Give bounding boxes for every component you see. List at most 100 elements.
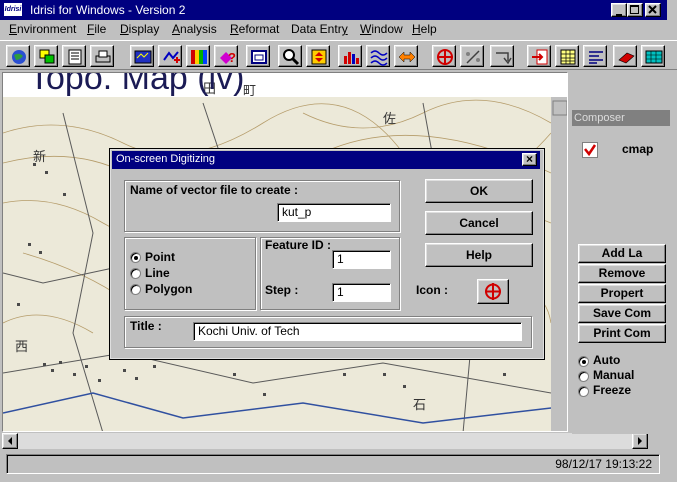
tool-surface[interactable]	[366, 45, 390, 67]
file-name-input[interactable]: kut_p	[277, 203, 391, 222]
arrow-right-icon	[638, 437, 642, 445]
menu-reformat[interactable]: Reformat	[230, 22, 279, 36]
grid-icon	[645, 50, 663, 64]
tool-grid[interactable]	[641, 45, 665, 67]
line-radio[interactable]	[130, 268, 141, 279]
dialog-close-button[interactable]: ×	[522, 153, 537, 166]
zoom-icon	[283, 49, 300, 66]
remove-layer-button[interactable]: Remove	[578, 264, 666, 283]
tool-measure[interactable]	[460, 45, 484, 67]
svg-text:佐: 佐	[383, 112, 396, 127]
save-composition-button[interactable]: Save Com	[578, 304, 666, 323]
step-label: Step :	[265, 283, 299, 297]
undo-icon	[496, 52, 512, 65]
close-button[interactable]	[645, 3, 661, 17]
title-input[interactable]: Kochi Univ. of Tech	[193, 322, 522, 341]
mode-manual-radio[interactable]	[578, 371, 589, 382]
arrows-icon	[398, 51, 416, 63]
map-horizontal-scrollbar[interactable]	[2, 433, 648, 449]
properties-button[interactable]: Propert	[578, 284, 666, 303]
feature-id-label: Feature ID :	[265, 238, 332, 252]
list-icon	[589, 51, 603, 64]
point-radio[interactable]	[130, 252, 141, 263]
digitizing-dialog: On-screen Digitizing × Name of vector fi…	[109, 148, 545, 360]
query-icon: ?	[220, 50, 236, 65]
dialog-title-bar[interactable]: On-screen Digitizing ×	[112, 151, 540, 169]
app-title-bar[interactable]: Idrisi Idrisi for Windows - Version 2	[0, 0, 667, 20]
tool-table[interactable]	[555, 45, 579, 67]
feature-id-input[interactable]: 1	[332, 250, 391, 269]
tool-zoom[interactable]	[278, 45, 302, 67]
tool-layers[interactable]	[34, 45, 58, 67]
tool-map-display[interactable]	[130, 45, 154, 67]
globe-icon	[12, 50, 26, 64]
status-bar: 98/12/17 19:13:22	[4, 452, 662, 476]
menu-window[interactable]: Window	[360, 22, 403, 36]
tool-list[interactable]	[583, 45, 607, 67]
icon-label: Icon :	[416, 283, 448, 297]
tool-eraser[interactable]	[613, 45, 637, 67]
histogram-icon	[344, 52, 359, 64]
mode-freeze-label: Freeze	[593, 383, 632, 397]
tool-add-layer[interactable]	[158, 45, 182, 67]
tool-globe[interactable]	[6, 45, 30, 67]
polygon-radio[interactable]	[130, 284, 141, 295]
tool-digitize[interactable]	[432, 45, 456, 67]
icon-picker-button[interactable]	[477, 279, 509, 304]
tool-document[interactable]	[62, 45, 86, 67]
step-input[interactable]: 1	[332, 283, 391, 302]
composer-title: Composer	[572, 110, 670, 126]
file-name-label: Name of vector file to create :	[130, 183, 299, 197]
tool-pan[interactable]	[306, 45, 330, 67]
maximize-button[interactable]	[627, 3, 643, 17]
layer-name: cmap	[622, 142, 654, 156]
menu-file[interactable]: File	[87, 22, 106, 36]
scroll-right-button[interactable]	[632, 433, 648, 449]
close-icon: ×	[525, 152, 533, 166]
app-title: Idrisi for Windows - Version 2	[30, 3, 186, 17]
svg-text:石: 石	[413, 398, 426, 413]
menu-data-entry[interactable]: Data Entry	[291, 22, 348, 36]
print-icon	[95, 50, 111, 63]
map-heading: Topo. Map (iv)	[29, 72, 245, 97]
menu-environment[interactable]: Environment	[9, 22, 76, 36]
tool-print[interactable]	[90, 45, 114, 67]
idrisi-logo-icon: Idrisi	[4, 3, 22, 16]
mode-auto-radio[interactable]	[578, 356, 589, 367]
minimize-button[interactable]	[611, 3, 627, 17]
svg-text:?: ?	[228, 50, 236, 65]
status-datetime: 98/12/17 19:13:22	[555, 457, 652, 471]
menu-help[interactable]: Help	[412, 22, 437, 36]
composer-panel: Composer cmap Add La Remove Propert Save…	[572, 72, 670, 434]
layers-icon	[39, 49, 55, 64]
import-icon	[532, 49, 548, 65]
digitize-icon	[485, 283, 501, 300]
pan-icon	[311, 49, 327, 65]
eraser-icon	[618, 52, 635, 64]
menu-analysis[interactable]: Analysis	[172, 22, 217, 36]
tool-query[interactable]: ?	[214, 45, 238, 67]
help-button[interactable]: Help	[425, 243, 533, 267]
tool-histogram[interactable]	[338, 45, 362, 67]
mode-freeze-radio[interactable]	[578, 386, 589, 397]
svg-text:町: 町	[243, 84, 256, 99]
tool-undo[interactable]	[490, 45, 514, 67]
print-composition-button[interactable]: Print Com	[578, 324, 666, 343]
palette-icon	[191, 50, 207, 64]
cancel-button[interactable]: Cancel	[425, 211, 533, 235]
mode-auto-label: Auto	[593, 353, 621, 367]
checkmark-icon	[584, 144, 597, 157]
window-icon	[251, 50, 267, 64]
add-layer-button[interactable]: Add La	[578, 244, 666, 263]
arrow-left-icon	[8, 437, 12, 445]
close-icon	[648, 5, 657, 14]
tool-window[interactable]	[246, 45, 270, 67]
menu-display[interactable]: Display	[120, 22, 159, 36]
minimize-icon	[616, 14, 622, 16]
tool-arrows[interactable]	[394, 45, 418, 67]
scroll-left-button[interactable]	[2, 433, 18, 449]
tool-import[interactable]	[527, 45, 551, 67]
ok-button[interactable]: OK	[425, 179, 533, 203]
layer-checkbox[interactable]	[582, 142, 598, 158]
tool-palette[interactable]	[186, 45, 210, 67]
